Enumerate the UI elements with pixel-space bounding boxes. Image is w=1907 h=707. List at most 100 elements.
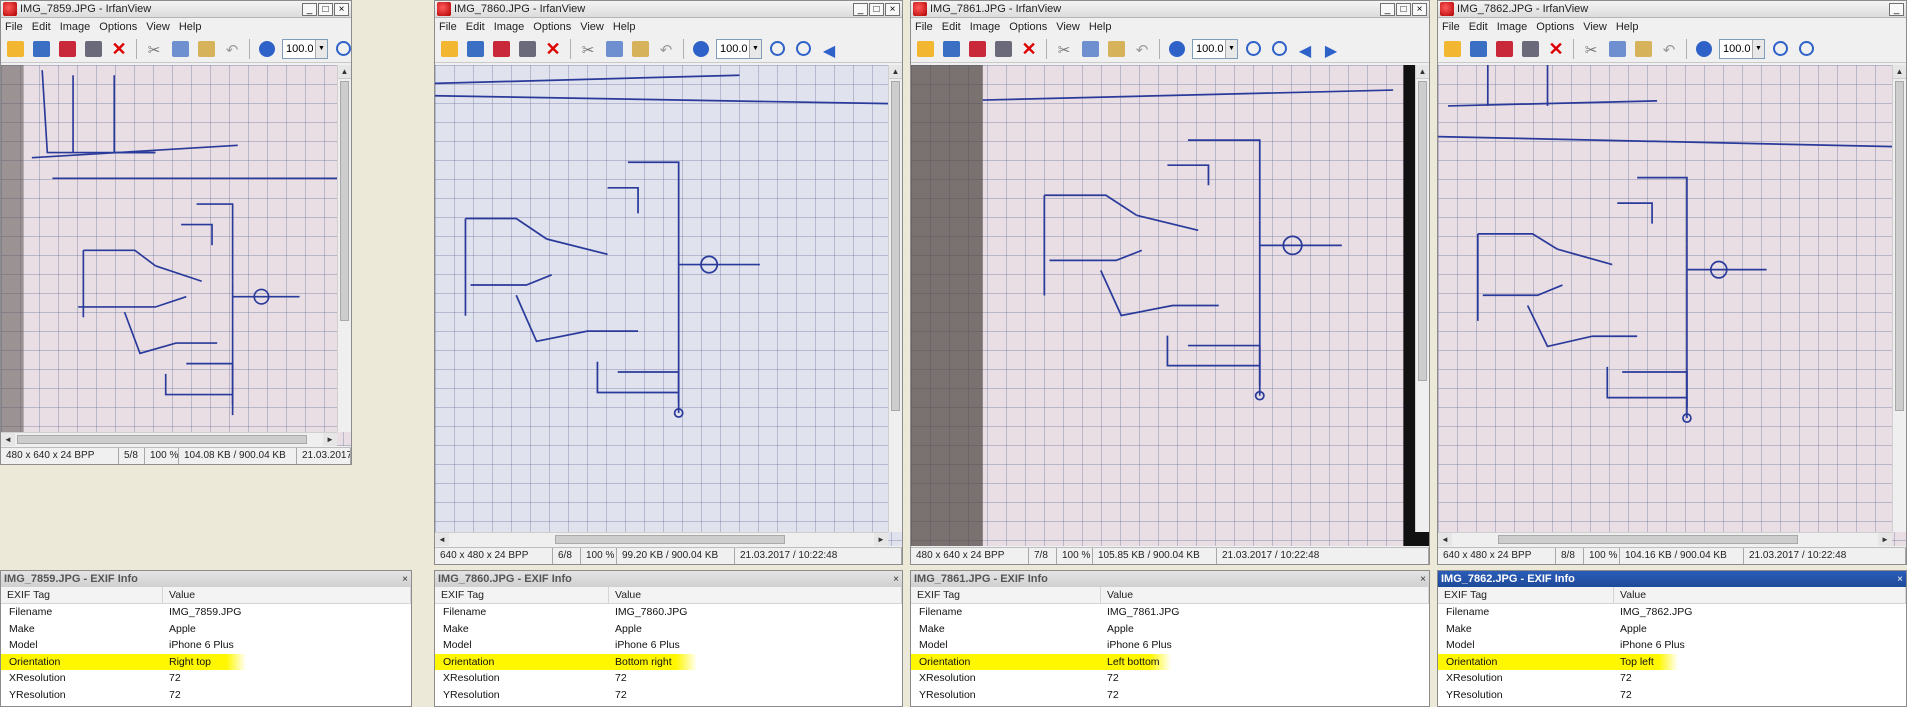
menu-edit[interactable]: Edit: [466, 21, 485, 33]
title-bar[interactable]: IMG_7859.JPG - IrfanView _ □ ×: [1, 1, 351, 18]
save-icon[interactable]: [490, 38, 512, 60]
zoom-in-icon[interactable]: [1242, 38, 1264, 60]
vertical-scrollbar[interactable]: ▲: [888, 65, 902, 532]
undo-icon[interactable]: ↶: [655, 38, 677, 60]
column-header-tag[interactable]: EXIF Tag: [435, 587, 609, 603]
info-icon[interactable]: [256, 38, 278, 60]
scroll-thumb[interactable]: [1895, 81, 1904, 411]
scroll-thumb[interactable]: [1418, 81, 1427, 381]
table-row[interactable]: XResolution 72: [1, 670, 411, 687]
scroll-right-icon[interactable]: ►: [1878, 533, 1892, 546]
table-row[interactable]: YResolution 72: [1, 687, 411, 704]
menu-view[interactable]: View: [580, 21, 604, 33]
scroll-left-icon[interactable]: ◄: [435, 533, 449, 546]
close-icon[interactable]: ×: [893, 574, 899, 585]
print-icon[interactable]: [516, 38, 538, 60]
vertical-scrollbar[interactable]: ▲: [337, 65, 351, 432]
scroll-thumb[interactable]: [17, 435, 307, 444]
minimize-button[interactable]: _: [1380, 2, 1395, 16]
table-row[interactable]: XResolution 72: [435, 670, 902, 687]
menu-file[interactable]: File: [439, 21, 457, 33]
scroll-up-icon[interactable]: ▲: [889, 65, 902, 79]
menu-options[interactable]: Options: [1536, 21, 1574, 33]
minimize-button[interactable]: _: [1889, 2, 1904, 16]
title-bar[interactable]: IMG_7860.JPG - IrfanView _ □ ×: [435, 1, 902, 18]
slideshow-icon[interactable]: [464, 38, 486, 60]
table-row-highlighted[interactable]: Orientation Right top: [1, 653, 246, 670]
delete-icon[interactable]: ✕: [1018, 38, 1040, 60]
menu-image[interactable]: Image: [1497, 21, 1528, 33]
table-row[interactable]: Filename IMG_7861.JPG: [911, 604, 1429, 621]
copy-icon[interactable]: [603, 38, 625, 60]
scroll-up-icon[interactable]: ▲: [338, 65, 351, 79]
menu-view[interactable]: View: [1056, 21, 1080, 33]
open-folder-icon[interactable]: [914, 38, 936, 60]
menu-file[interactable]: File: [1442, 21, 1460, 33]
scroll-right-icon[interactable]: ►: [323, 433, 337, 446]
minimize-button[interactable]: _: [853, 2, 868, 16]
title-bar[interactable]: IMG_7862.JPG - IrfanView _: [1438, 1, 1906, 18]
column-header-tag[interactable]: EXIF Tag: [1438, 587, 1614, 603]
open-folder-icon[interactable]: [438, 38, 460, 60]
exif-title-bar[interactable]: IMG_7860.JPG - EXIF Info ×: [435, 571, 902, 587]
table-row[interactable]: Model iPhone 6 Plus: [911, 637, 1429, 654]
table-row[interactable]: Model iPhone 6 Plus: [435, 637, 902, 654]
info-icon[interactable]: [1166, 38, 1188, 60]
table-row[interactable]: Make Apple: [911, 621, 1429, 638]
table-row[interactable]: Make Apple: [435, 621, 902, 638]
info-icon[interactable]: [690, 38, 712, 60]
menu-edit[interactable]: Edit: [942, 21, 961, 33]
close-button[interactable]: ×: [334, 2, 349, 16]
menu-file[interactable]: File: [5, 21, 23, 33]
zoom-in-icon[interactable]: [766, 38, 788, 60]
table-row[interactable]: Model iPhone 6 Plus: [1, 637, 411, 654]
copy-icon[interactable]: [169, 38, 191, 60]
zoom-in-icon[interactable]: [1769, 38, 1791, 60]
cut-icon[interactable]: ✂: [577, 38, 599, 60]
cut-icon[interactable]: ✂: [1053, 38, 1075, 60]
table-row[interactable]: Make Apple: [1438, 621, 1906, 638]
minimize-button[interactable]: _: [302, 2, 317, 16]
info-icon[interactable]: [1693, 38, 1715, 60]
menu-options[interactable]: Options: [99, 21, 137, 33]
print-icon[interactable]: [992, 38, 1014, 60]
scroll-left-icon[interactable]: ◄: [1438, 533, 1452, 546]
scroll-thumb[interactable]: [1498, 535, 1798, 544]
menu-image[interactable]: Image: [60, 21, 91, 33]
scroll-thumb[interactable]: [340, 81, 349, 321]
close-icon[interactable]: ×: [402, 574, 408, 585]
exif-title-bar[interactable]: IMG_7861.JPG - EXIF Info ×: [911, 571, 1429, 587]
image-viewport[interactable]: ▲: [911, 65, 1429, 546]
table-row[interactable]: Filename IMG_7862.JPG: [1438, 604, 1906, 621]
slideshow-icon[interactable]: [30, 38, 52, 60]
zoom-combobox[interactable]: 100.0 ▼: [716, 38, 762, 59]
previous-image-icon[interactable]: ◀: [818, 38, 840, 60]
previous-image-icon[interactable]: ◀: [1294, 38, 1316, 60]
print-icon[interactable]: [82, 38, 104, 60]
column-header-tag[interactable]: EXIF Tag: [911, 587, 1101, 603]
close-button[interactable]: ×: [1412, 2, 1427, 16]
delete-icon[interactable]: ✕: [542, 38, 564, 60]
scroll-up-icon[interactable]: ▲: [1416, 65, 1429, 79]
save-icon[interactable]: [56, 38, 78, 60]
menu-file[interactable]: File: [915, 21, 933, 33]
dropdown-arrow-icon[interactable]: ▼: [1752, 39, 1764, 58]
next-image-icon[interactable]: ▶: [1320, 38, 1342, 60]
dropdown-arrow-icon[interactable]: ▼: [749, 39, 761, 58]
column-header-tag[interactable]: EXIF Tag: [1, 587, 163, 603]
dropdown-arrow-icon[interactable]: ▼: [315, 39, 327, 58]
horizontal-scrollbar[interactable]: ◄ ►: [1438, 532, 1892, 546]
column-header-value[interactable]: Value: [1101, 587, 1429, 603]
scroll-right-icon[interactable]: ►: [874, 533, 888, 546]
image-viewport[interactable]: ▲ ◄ ►: [435, 65, 902, 546]
menu-view[interactable]: View: [1583, 21, 1607, 33]
table-row[interactable]: YResolution 72: [435, 687, 902, 704]
table-row[interactable]: Make Apple: [1, 621, 411, 638]
menu-edit[interactable]: Edit: [1469, 21, 1488, 33]
table-row-highlighted[interactable]: Orientation Top left: [1438, 653, 1678, 670]
scroll-thumb[interactable]: [555, 535, 785, 544]
open-folder-icon[interactable]: [4, 38, 26, 60]
zoom-combobox[interactable]: 100.0 ▼: [282, 38, 328, 59]
vertical-scrollbar[interactable]: ▲: [1892, 65, 1906, 532]
menu-help[interactable]: Help: [1616, 21, 1639, 33]
